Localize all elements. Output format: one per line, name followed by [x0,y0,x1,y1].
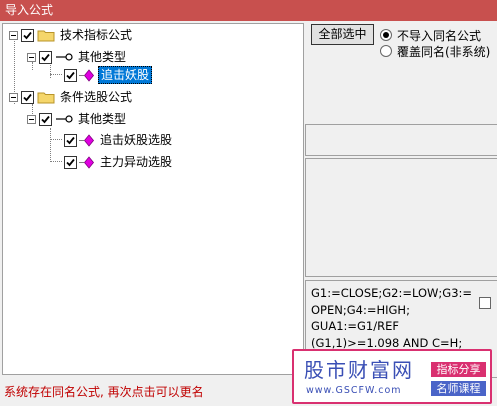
radio-label: 不导入同名公式 [397,28,482,43]
collapse-toggle[interactable] [9,92,18,102]
checkmark-icon [66,158,75,166]
checkmark-icon [23,31,32,39]
description-panel [305,158,497,277]
checkmark-icon [23,93,32,101]
folder-icon [37,30,55,41]
radio-label: 覆盖同名(非系统) [397,44,491,59]
radio-button[interactable] [380,45,392,57]
tree-node-main-force-select[interactable]: 主力异动选股 [61,152,174,172]
tree-node-other-type-2[interactable]: 其他类型 [27,109,128,129]
node-checkbox[interactable] [39,50,52,64]
status-message: 系统存在同名公式, 再次点击可以更名 [4,385,204,399]
tree-connector [50,128,51,162]
watermark-tag: 指标分享 [431,362,486,377]
node-checkbox[interactable] [64,68,77,82]
radio-button-selected[interactable] [380,29,392,41]
node-checkbox[interactable] [21,28,34,42]
checkmark-icon [41,115,50,123]
collapse-toggle[interactable] [27,52,36,62]
tree-node-chase-stock-select[interactable]: 追击妖股选股 [61,130,174,150]
node-checkbox[interactable] [64,133,77,147]
formula-tree[interactable]: 技术指标公式 其他类型 追击妖股 条件选股公式 其他类型 追击妖股选股 主力异动… [2,23,304,375]
collapse-toggle[interactable] [9,30,18,40]
collapse-toggle[interactable] [27,114,36,124]
radio-no-import[interactable]: 不导入同名公式 [380,27,481,43]
checkmark-icon [66,136,75,144]
key-icon [56,115,73,123]
tree-node-label: 条件选股公式 [60,90,133,104]
info-panel [305,124,497,156]
formula-icon [79,155,95,169]
tree-node-label: 其他类型 [78,50,127,64]
key-icon [56,53,73,61]
tree-node-chase-stock[interactable]: 追击妖股 [61,65,153,85]
window-title: 导入公式 [0,0,497,21]
folder-icon [37,92,55,103]
watermark-tag: 名师课程 [431,381,486,396]
formula-text: G1:=CLOSE;G2:=LOW;G3:= OPEN;G4:=HIGH; GU… [311,285,473,351]
tree-node-label: 主力异动选股 [100,155,173,169]
node-checkbox[interactable] [39,112,52,126]
checkmark-icon [41,53,50,61]
tree-node-label: 技术指标公式 [60,28,133,42]
checkmark-icon [66,71,75,79]
radio-overwrite[interactable]: 覆盖同名(非系统) [380,43,490,59]
tree-node-label: 追击妖股选股 [100,133,173,147]
formula-icon [79,133,95,147]
select-all-button[interactable]: 全部选中 [311,24,374,45]
watermark-url: www.GSCFW.com [306,385,402,396]
node-checkbox[interactable] [64,155,77,169]
watermark-logo: 股市财富网 www.GSCFW.com 指标分享 名师课程 [292,349,492,404]
formula-line: OPEN;G4:=HIGH; [311,302,410,317]
preview-checkbox[interactable] [479,297,491,309]
watermark-brand: 股市财富网 [304,358,414,382]
tree-node-label: 追击妖股 [98,66,153,84]
tree-node-tech-indicators[interactable]: 技术指标公式 [9,25,134,45]
tree-node-label: 其他类型 [78,112,127,126]
formula-line: GUA1:=G1/REF [311,319,399,333]
tree-node-other-type[interactable]: 其他类型 [27,47,128,67]
tree-node-condition-formulas[interactable]: 条件选股公式 [9,87,134,107]
formula-icon [79,68,95,82]
formula-line: G1:=CLOSE;G2:=LOW;G3:= [311,286,473,300]
node-checkbox[interactable] [21,90,34,104]
